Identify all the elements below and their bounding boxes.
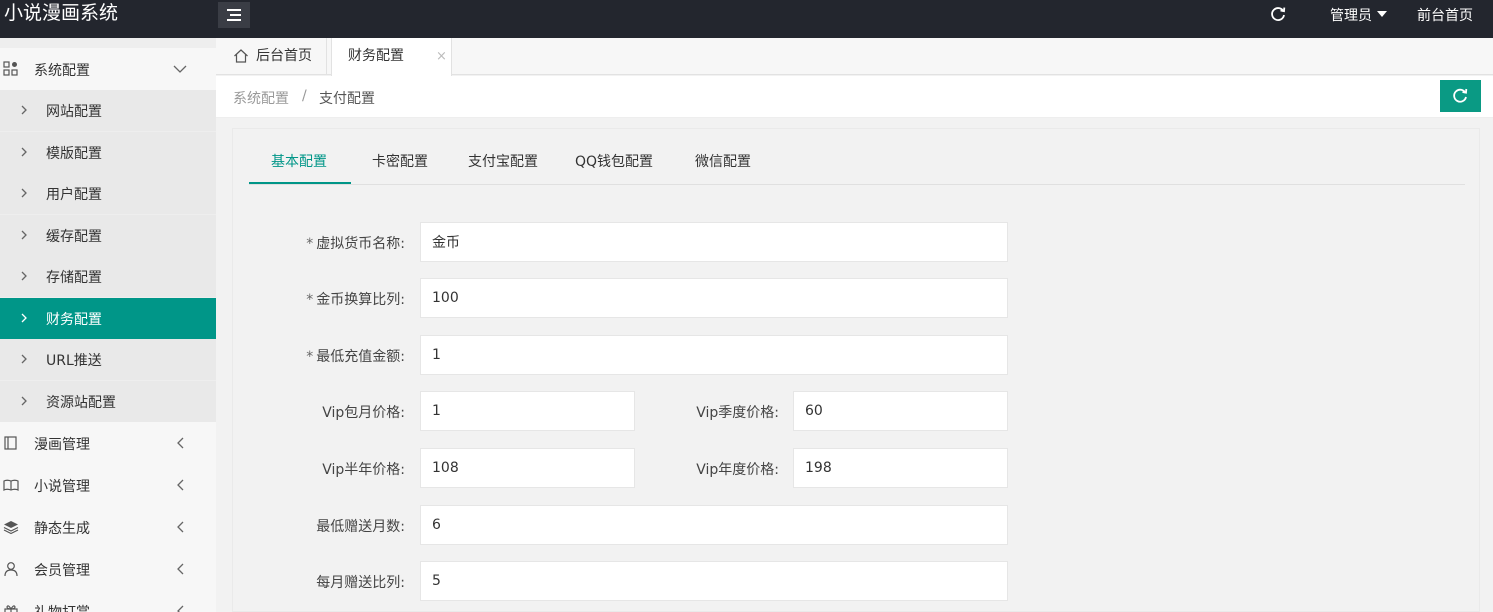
menu-toggle-button[interactable] bbox=[218, 2, 250, 28]
app-title: 小说漫画系统 bbox=[4, 2, 119, 24]
currency-name-label: * 虚拟货币名称: bbox=[306, 236, 405, 252]
min-recharge-input[interactable] bbox=[420, 335, 1008, 375]
sidebar-item-label: 网站配置 bbox=[46, 104, 102, 120]
sidebar-group-static-generate[interactable]: 静态生成 bbox=[0, 506, 216, 548]
required-mark: * bbox=[306, 292, 314, 308]
refresh-icon bbox=[1453, 88, 1468, 103]
sidebar-group-label: 静态生成 bbox=[34, 521, 90, 537]
tab-wechat-config[interactable]: 微信配置 bbox=[695, 151, 751, 171]
sidebar-group-gift-reward[interactable]: 礼物打赏 bbox=[0, 590, 216, 612]
book-icon bbox=[4, 436, 17, 450]
page-refresh-button[interactable] bbox=[1440, 80, 1481, 112]
chevron-right-icon bbox=[21, 271, 27, 281]
top-bar: 小说漫画系统 管理员 前台首页 bbox=[0, 0, 1493, 38]
sidebar-item-label: 用户配置 bbox=[46, 187, 102, 203]
sidebar-group-comic-manage[interactable]: 漫画管理 bbox=[0, 422, 216, 464]
vip-year-label: Vip年度价格: bbox=[696, 462, 779, 478]
chevron-right-icon bbox=[21, 396, 27, 406]
min-gift-months-input[interactable] bbox=[420, 505, 1008, 545]
config-tabs: 基本配置 卡密配置 支付宝配置 QQ钱包配置 微信配置 bbox=[249, 129, 1465, 185]
open-book-icon bbox=[3, 479, 19, 491]
tab-admin-home[interactable]: 后台首页 bbox=[216, 38, 327, 75]
vip-quarter-input[interactable] bbox=[793, 391, 1008, 431]
tab-label: 后台首页 bbox=[256, 48, 312, 64]
config-card: 基本配置 卡密配置 支付宝配置 QQ钱包配置 微信配置 *虚拟货币名称: *金币… bbox=[232, 128, 1480, 612]
sidebar-item-template-config[interactable]: 模版配置 bbox=[0, 132, 216, 173]
gift-icon bbox=[4, 605, 18, 612]
chevron-down-icon bbox=[173, 65, 187, 73]
close-icon[interactable]: × bbox=[436, 38, 447, 75]
exchange-ratio-input[interactable] bbox=[420, 278, 1008, 318]
exchange-ratio-label: * 金币换算比列: bbox=[306, 292, 405, 308]
monthly-gift-ratio-label: 每月赠送比列: bbox=[316, 575, 405, 591]
vip-year-input[interactable] bbox=[793, 448, 1008, 488]
chevron-left-icon bbox=[177, 605, 184, 612]
active-tab-indicator bbox=[249, 182, 351, 184]
sidebar-item-finance-config[interactable]: 财务配置 bbox=[0, 298, 216, 339]
sidebar-item-label: 资源站配置 bbox=[46, 395, 116, 411]
chevron-right-icon bbox=[21, 230, 27, 240]
sidebar-group-label: 系统配置 bbox=[34, 63, 90, 79]
layers-icon bbox=[3, 521, 19, 535]
vip-quarter-label: Vip季度价格: bbox=[696, 405, 779, 421]
currency-name-input[interactable] bbox=[420, 222, 1008, 262]
required-mark: * bbox=[306, 349, 314, 365]
tab-finance-config[interactable]: 财务配置 × bbox=[331, 38, 452, 76]
sidebar-group-system-config[interactable]: 系统配置 bbox=[0, 48, 216, 90]
min-recharge-label: * 最低充值金额: bbox=[306, 349, 405, 365]
chevron-right-icon bbox=[21, 354, 27, 364]
admin-label: 管理员 bbox=[1330, 8, 1372, 24]
chevron-left-icon bbox=[177, 521, 184, 533]
min-gift-months-label: 最低赠送月数: bbox=[316, 519, 405, 535]
chevron-left-icon bbox=[177, 479, 184, 491]
sidebar-item-website-config[interactable]: 网站配置 bbox=[0, 90, 216, 131]
sidebar-group-label: 漫画管理 bbox=[34, 437, 90, 453]
home-icon bbox=[234, 49, 248, 63]
chevron-right-icon bbox=[21, 188, 27, 198]
vip-month-input[interactable] bbox=[420, 391, 635, 431]
sidebar-group-novel-manage[interactable]: 小说管理 bbox=[0, 464, 216, 506]
sidebar-item-label: 财务配置 bbox=[46, 312, 102, 328]
sidebar-item-user-config[interactable]: 用户配置 bbox=[0, 173, 216, 214]
tab-basic-config[interactable]: 基本配置 bbox=[271, 151, 327, 171]
sidebar-item-cache-config[interactable]: 缓存配置 bbox=[0, 215, 216, 256]
chevron-right-icon bbox=[21, 105, 27, 115]
sidebar-item-storage-config[interactable]: 存储配置 bbox=[0, 256, 216, 297]
sidebar-item-resource-site-config[interactable]: 资源站配置 bbox=[0, 381, 216, 422]
refresh-icon[interactable] bbox=[1267, 3, 1289, 25]
sidebar-item-label: URL推送 bbox=[46, 353, 102, 369]
front-page-link[interactable]: 前台首页 bbox=[1417, 5, 1473, 25]
sidebar: 系统配置 网站配置 模版配置 用户配置 缓存配置 存储配置 财务配置 URL推送… bbox=[0, 38, 216, 612]
chevron-left-icon bbox=[177, 437, 184, 449]
sidebar-group-member-manage[interactable]: 会员管理 bbox=[0, 548, 216, 590]
vip-halfyear-input[interactable] bbox=[420, 448, 635, 488]
tab-label: 财务配置 bbox=[348, 48, 404, 64]
sidebar-item-label: 存储配置 bbox=[46, 270, 102, 286]
chevron-right-icon bbox=[21, 313, 27, 323]
caret-down-icon bbox=[1377, 11, 1387, 17]
sidebar-item-label: 缓存配置 bbox=[46, 229, 102, 245]
tab-qq-wallet-config[interactable]: QQ钱包配置 bbox=[575, 151, 653, 171]
breadcrumb-parent[interactable]: 系统配置 bbox=[233, 88, 289, 108]
admin-menu[interactable]: 管理员 bbox=[1330, 5, 1387, 25]
sidebar-group-label: 礼物打赏 bbox=[34, 602, 90, 612]
breadcrumb: 系统配置 / 支付配置 bbox=[216, 76, 1493, 118]
sidebar-item-url-push[interactable]: URL推送 bbox=[0, 339, 216, 380]
grid-icon bbox=[3, 61, 18, 76]
vip-month-label: Vip包月价格: bbox=[322, 405, 405, 421]
monthly-gift-ratio-input[interactable] bbox=[420, 561, 1008, 601]
chevron-right-icon bbox=[21, 147, 27, 157]
breadcrumb-current: 支付配置 bbox=[319, 91, 375, 107]
tab-card-key-config[interactable]: 卡密配置 bbox=[372, 151, 428, 171]
sidebar-group-label: 会员管理 bbox=[34, 563, 90, 579]
vip-halfyear-label: Vip半年价格: bbox=[322, 462, 405, 478]
page-tabs: 后台首页 财务配置 × bbox=[216, 38, 1493, 76]
sidebar-group-label: 小说管理 bbox=[34, 479, 90, 495]
required-mark: * bbox=[306, 236, 314, 252]
breadcrumb-separator: / bbox=[302, 88, 307, 104]
sidebar-item-label: 模版配置 bbox=[46, 146, 102, 162]
tab-alipay-config[interactable]: 支付宝配置 bbox=[468, 151, 538, 171]
chevron-left-icon bbox=[177, 563, 184, 575]
user-icon bbox=[4, 562, 18, 577]
